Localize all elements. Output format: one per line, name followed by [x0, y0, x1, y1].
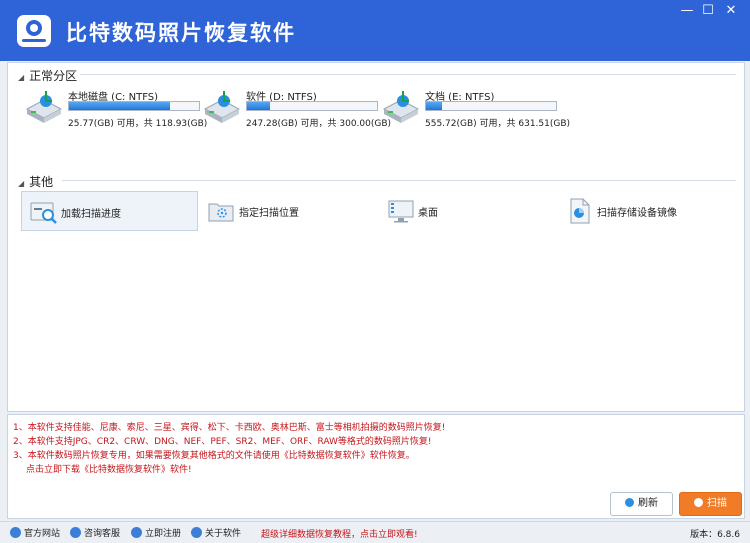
- statusbar-item-label: 关于软件: [205, 529, 242, 539]
- collapse-arrow-icon: ◢: [18, 73, 25, 82]
- refresh-icon: [625, 498, 634, 507]
- option-label: 桌面: [418, 208, 438, 219]
- drive-size-text: 25.77(GB) 可用，共 118.93(GB): [68, 119, 208, 129]
- register-link[interactable]: 立即注册: [131, 526, 181, 539]
- option-label: 加载扫描进度: [61, 209, 121, 220]
- note-line: 2、本软件支持JPG、CR2、CRW、DNG、NEF、PEF、SR2、MEF、O…: [13, 437, 432, 447]
- drive-usage-fill: [247, 102, 271, 110]
- drive-usage-bar: [425, 101, 557, 111]
- option-label: 指定扫描位置: [239, 208, 299, 219]
- close-button[interactable]: ✕: [720, 3, 742, 19]
- official-site-link[interactable]: 官方网站: [10, 526, 60, 539]
- load-scan-progress-option[interactable]: 加载扫描进度: [21, 191, 198, 231]
- load-progress-icon: [30, 202, 57, 224]
- desktop-option[interactable]: 桌面: [379, 191, 556, 231]
- drive-usage-fill: [426, 102, 442, 110]
- statusbar-item-label: 立即注册: [145, 529, 182, 539]
- statusbar-item-label: 咨询客服: [84, 529, 121, 539]
- drive-c[interactable]: 本地磁盘 (C: NTFS) 25.77(GB) 可用，共 118.93(GB): [24, 87, 207, 129]
- note-line: 1、本软件支持佳能、尼康、索尼、三星、宾得、松下、卡西欧、奥林巴斯、富士等相机拍…: [13, 423, 446, 433]
- tutorial-promo-link[interactable]: 超级详细数据恢复教程，点击立即观看!: [261, 527, 418, 540]
- app-title: 比特数码照片恢复软件: [66, 21, 296, 45]
- partitions-header[interactable]: ◢ 正常分区: [18, 67, 77, 84]
- section-divider: [62, 180, 736, 181]
- scan-disk-image-option[interactable]: 扫描存储设备镜像: [558, 191, 735, 231]
- download-link[interactable]: 点击立即下载《比特数据恢复软件》软件!: [26, 462, 192, 475]
- drive-d[interactable]: 软件 (D: NTFS) 247.28(GB) 可用，共 300.00(GB): [202, 87, 391, 129]
- drive-e[interactable]: 文档 (E: NTFS) 555.72(GB) 可用，共 631.51(GB): [381, 87, 570, 129]
- main-panel: ◢ 正常分区 本地磁盘 (C: NTFS) 25.77(GB) 可用，共 118.…: [7, 62, 745, 412]
- minimize-button[interactable]: —: [676, 3, 698, 19]
- hard-drive-icon: [203, 91, 241, 123]
- hard-drive-icon: [25, 91, 63, 123]
- hard-drive-icon: [382, 91, 420, 123]
- collapse-arrow-icon: ◢: [18, 179, 25, 188]
- info-icon: [191, 527, 202, 538]
- scan-label: 扫描: [707, 498, 727, 509]
- disk-image-icon: [570, 198, 590, 224]
- refresh-button[interactable]: 刷新: [610, 492, 673, 516]
- scan-button[interactable]: 扫描: [679, 492, 742, 516]
- status-bar: 官方网站 咨询客服 立即注册 关于软件 超级详细数据恢复教程，点击立即观看! 版…: [0, 521, 750, 543]
- chat-icon: [70, 527, 81, 538]
- others-header[interactable]: ◢ 其他: [18, 173, 53, 190]
- customer-service-link[interactable]: 咨询客服: [70, 526, 120, 539]
- option-label: 扫描存储设备镜像: [597, 208, 677, 219]
- desktop-monitor-icon: [388, 200, 414, 223]
- user-icon: [131, 527, 142, 538]
- section-divider: [80, 74, 736, 75]
- search-icon: [694, 498, 703, 507]
- home-icon: [10, 527, 21, 538]
- version-label: 版本：6.8.6: [690, 530, 740, 540]
- note-line: 3、本软件数码照片恢复专用，如果需要恢复其他格式的文件请使用《比特数据恢复软件》…: [13, 451, 415, 461]
- statusbar-item-label: 官方网站: [24, 529, 61, 539]
- drive-usage-fill: [69, 102, 171, 110]
- refresh-label: 刷新: [638, 498, 658, 509]
- maximize-button[interactable]: ☐: [697, 3, 719, 19]
- drive-usage-bar: [68, 101, 200, 111]
- about-link[interactable]: 关于软件: [191, 526, 241, 539]
- title-bar: 比特数码照片恢复软件 — ☐ ✕: [0, 0, 750, 61]
- location-folder-icon: [208, 203, 234, 222]
- specify-scan-location-option[interactable]: 指定扫描位置: [200, 191, 377, 231]
- drive-size-text: 555.72(GB) 可用，共 631.51(GB): [425, 119, 571, 129]
- partitions-header-label: 正常分区: [29, 69, 78, 83]
- drive-usage-bar: [246, 101, 378, 111]
- app-logo-icon: [17, 15, 51, 47]
- others-header-label: 其他: [29, 175, 54, 189]
- drive-size-text: 247.28(GB) 可用，共 300.00(GB): [246, 119, 392, 129]
